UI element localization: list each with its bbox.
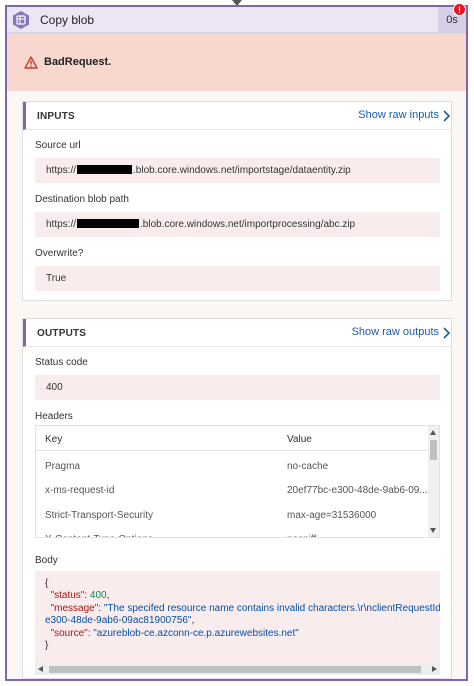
overwrite-field: True xyxy=(35,266,440,291)
body-horizontal-scrollbar[interactable] xyxy=(35,663,440,675)
blob-storage-icon xyxy=(13,11,29,29)
header-key: Strict-Transport-Security xyxy=(45,510,153,521)
json-value-message-wrap: e300-48de-9ab6-09ac81900756" xyxy=(45,615,192,627)
source-url-prefix: https:// xyxy=(46,165,77,176)
error-badge-icon: ! xyxy=(453,3,466,16)
json-key-message: "message" xyxy=(50,602,99,614)
outputs-header: OUTPUTS Show raw outputs xyxy=(23,319,451,347)
status-code-value: 400 xyxy=(46,382,63,393)
source-url-field: https:// .blob.core.windows.net/importsta… xyxy=(35,158,440,183)
source-url-suffix: .blob.core.windows.net/importstage/datae… xyxy=(133,165,351,176)
action-header[interactable]: Copy blob 0s ! xyxy=(7,3,466,33)
scroll-right-arrow-icon[interactable] xyxy=(432,666,437,672)
table-row: Strict-Transport-Security max-age=315360… xyxy=(36,504,428,529)
scrollbar-thumb[interactable] xyxy=(49,666,421,673)
redacted-account-name xyxy=(77,165,133,174)
json-value-status: 400 xyxy=(89,590,107,602)
destination-label: Destination blob path xyxy=(35,194,129,205)
json-key-status: "status" xyxy=(50,590,85,602)
action-card: Copy blob 0s ! BadRequest. INPUTS Show r… xyxy=(5,3,468,681)
headers-table-header: Key Value xyxy=(36,426,428,451)
outputs-section-label: OUTPUTS xyxy=(37,328,87,339)
action-title: Copy blob xyxy=(40,13,95,27)
scrollbar-thumb[interactable] xyxy=(430,440,437,460)
header-value: no-cache xyxy=(287,461,329,472)
show-raw-outputs-link[interactable]: Show raw outputs xyxy=(352,326,439,338)
json-key-source: "source" xyxy=(50,627,88,639)
json-value-message: "The specifed resource name contains inv… xyxy=(103,602,440,614)
header-value: max-age=31536000 xyxy=(287,510,377,521)
inputs-panel: INPUTS Show raw inputs Source url https:… xyxy=(22,101,452,301)
headers-table[interactable]: Key Value Pragma no-cache x-ms-request-i… xyxy=(35,425,440,538)
destination-prefix: https:// xyxy=(46,219,77,230)
column-header-key: Key xyxy=(45,434,63,445)
status-code-field: 400 xyxy=(35,375,440,400)
inputs-header: INPUTS Show raw inputs xyxy=(23,102,451,130)
json-value-source: "azureblob-ce.azconn-ce.p.azurewebsites.… xyxy=(93,627,299,639)
destination-suffix: .blob.core.windows.net/importprocessing/… xyxy=(140,219,356,230)
body-label: Body xyxy=(35,555,58,566)
redacted-account-name xyxy=(77,219,140,228)
source-url-value: https:// .blob.core.windows.net/importsta… xyxy=(46,165,351,176)
header-key: x-ms-request-id xyxy=(45,485,115,496)
source-url-label: Source url xyxy=(35,140,81,151)
header-value: nosniff xyxy=(287,534,316,537)
headers-vertical-scrollbar[interactable] xyxy=(428,426,439,537)
body-json-text: { "status": 400, "message": "The specife… xyxy=(45,578,440,652)
error-banner: BadRequest. xyxy=(7,33,466,91)
overwrite-label: Overwrite? xyxy=(35,248,84,259)
status-code-label: Status code xyxy=(35,357,88,368)
scroll-left-arrow-icon[interactable] xyxy=(38,666,43,672)
warning-icon xyxy=(24,56,38,69)
destination-field: https:// .blob.core.windows.net/importpro… xyxy=(35,212,440,237)
outputs-panel: OUTPUTS Show raw outputs Status code 400… xyxy=(22,318,452,679)
json-brace: { xyxy=(45,578,49,589)
json-brace: } xyxy=(45,640,49,652)
destination-value: https:// .blob.core.windows.net/importpro… xyxy=(46,219,355,230)
table-row: x-ms-request-id 20ef77bc-e300-48de-9ab6-… xyxy=(36,479,428,504)
header-key: Pragma xyxy=(45,461,81,472)
chevron-right-icon[interactable] xyxy=(441,110,451,122)
body-json-viewer[interactable]: { "status": 400, "message": "The specife… xyxy=(35,571,440,675)
chevron-right-icon[interactable] xyxy=(441,327,451,339)
column-header-value: Value xyxy=(287,434,312,445)
scroll-up-arrow-icon[interactable] xyxy=(430,430,436,435)
show-raw-inputs-link[interactable]: Show raw inputs xyxy=(358,109,439,121)
scroll-down-arrow-icon[interactable] xyxy=(430,528,436,533)
error-message: BadRequest. xyxy=(44,56,112,68)
overwrite-value: True xyxy=(46,273,67,284)
header-value: 20ef77bc-e300-48de-9ab6-09... xyxy=(287,485,428,496)
inputs-section-label: INPUTS xyxy=(37,111,75,122)
table-row: Pragma no-cache xyxy=(36,455,428,480)
headers-label: Headers xyxy=(35,411,73,422)
header-key: X-Content-Type-Options xyxy=(45,534,153,537)
table-row: X-Content-Type-Options nosniff xyxy=(36,528,428,537)
